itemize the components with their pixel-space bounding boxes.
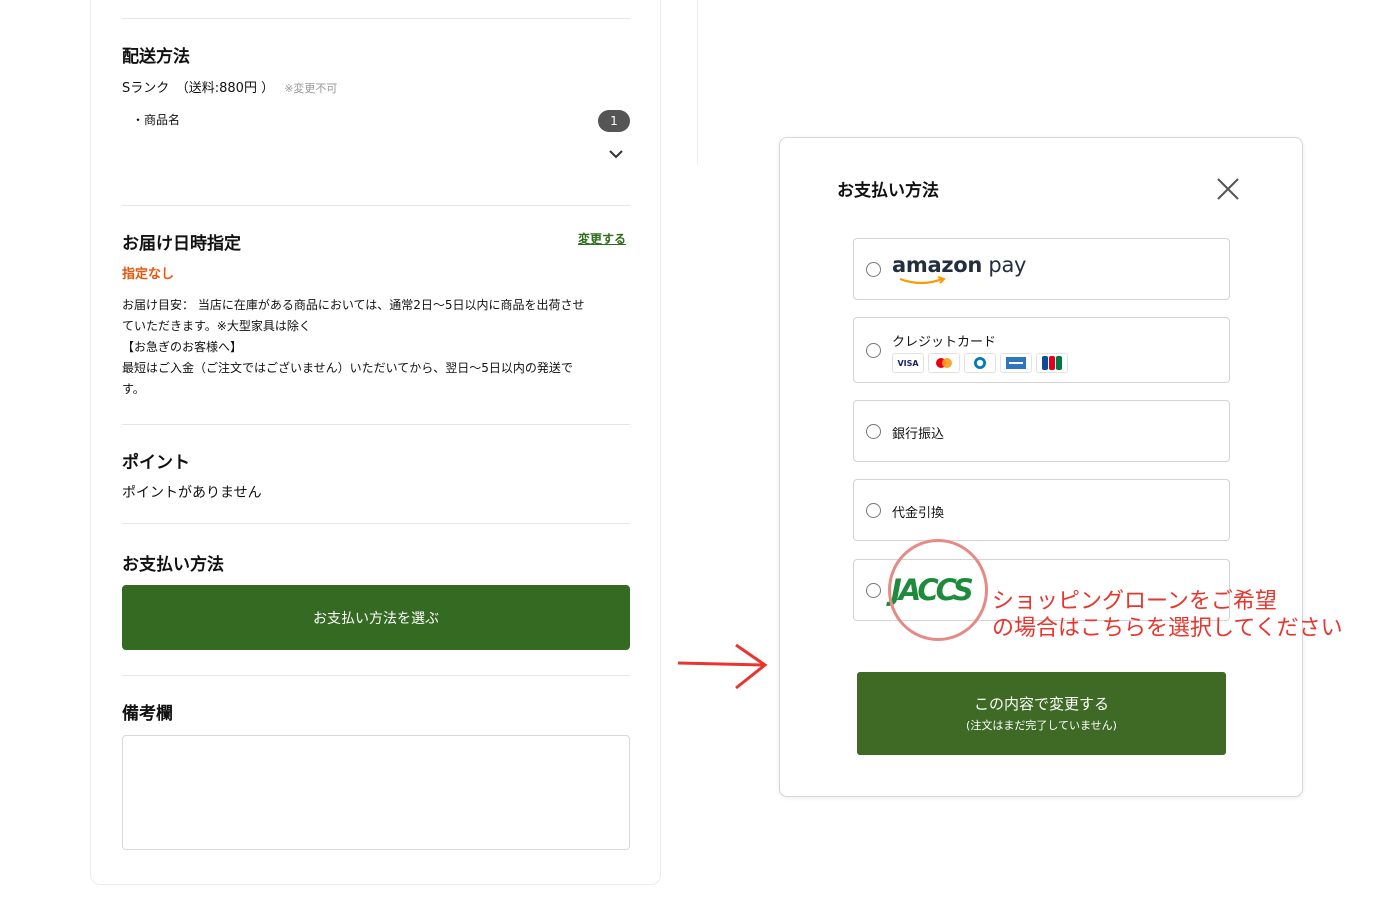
modal-title: お支払い方法 [837, 181, 939, 201]
delivery-time-status: 指定なし [122, 267, 175, 282]
payment-title: お支払い方法 [122, 555, 224, 575]
payment-option-amazon-pay[interactable]: amazon pay [853, 238, 1230, 300]
delivery-note: お届け目安： 当店に在庫がある商品においては、通常2日〜5日以内に商品を出荷させ… [122, 295, 630, 400]
close-icon[interactable] [1215, 176, 1241, 202]
annotation-circle [888, 539, 988, 641]
radio-bank-transfer[interactable] [866, 424, 881, 439]
divider [122, 18, 630, 19]
amex-icon [1000, 353, 1032, 373]
card-brands: VISA [892, 353, 1068, 373]
amazon-logo-text: amazon [892, 253, 983, 277]
delivery-note-line: 最短はご入金（ご注文ではございません）いただいてから、翌日〜5日以内の発送で [122, 361, 573, 375]
visa-icon: VISA [892, 353, 924, 373]
submit-sub-label: (注文はまだ完了していません) [966, 719, 1117, 732]
credit-card-label: クレジットカード [892, 335, 997, 350]
delivery-rank: Sランク （送料:880円 ） ※変更不可 [122, 77, 337, 96]
submit-main-label: この内容で変更する [973, 695, 1109, 713]
divider [122, 424, 630, 425]
delivery-rank-note: ※変更不可 [284, 82, 338, 95]
cash-on-delivery-label: 代金引換 [892, 506, 945, 521]
annotation-line: ショッピングローンをご希望 [992, 589, 1277, 614]
checkout-panel: 配送方法 Sランク （送料:880円 ） ※変更不可 ・商品名 1 お届け日時指… [90, 0, 661, 885]
delivery-method-title: 配送方法 [122, 47, 190, 67]
payment-option-credit-card[interactable]: クレジットカード VISA [853, 317, 1230, 383]
annotation-text: ショッピングローンをご希望 の場合はこちらを選択してください [992, 588, 1392, 642]
delivery-note-line: す。 [122, 382, 145, 396]
choose-payment-button[interactable]: お支払い方法を選ぶ [122, 585, 630, 650]
radio-amazon-pay[interactable] [866, 262, 881, 277]
divider [697, 0, 698, 165]
delivery-rank-text: Sランク （送料:880円 ） [122, 81, 275, 96]
delivery-note-line: ていただきます。※大型家具は除く [122, 319, 311, 333]
mastercard-icon [928, 353, 960, 373]
remarks-title: 備考欄 [122, 704, 173, 724]
annotation-line: の場合はこちらを選択してください [992, 616, 1343, 641]
submit-change-button[interactable]: この内容で変更する (注文はまだ完了していません) [857, 672, 1226, 755]
amazon-smile-icon [899, 276, 946, 285]
radio-credit-card[interactable] [866, 343, 881, 358]
points-title: ポイント [122, 453, 190, 473]
arrow-right-icon [676, 643, 771, 695]
item-count-badge: 1 [598, 110, 630, 132]
delivery-note-line: 【お急ぎのお客様へ】 [122, 340, 243, 354]
amazon-pay-logo: amazon pay [892, 253, 1027, 285]
payment-option-bank-transfer[interactable]: 銀行振込 [853, 400, 1230, 462]
bank-transfer-label: 銀行振込 [892, 427, 945, 442]
payment-option-cash-on-delivery[interactable]: 代金引換 [853, 479, 1230, 541]
product-name: ・商品名 [132, 113, 181, 127]
points-status: ポイントがありません [122, 485, 262, 501]
jcb-icon [1036, 353, 1068, 373]
divider [122, 205, 630, 206]
delivery-note-line: お届け目安： 当店に在庫がある商品においては、通常2日〜5日以内に商品を出荷させ [122, 298, 585, 312]
remarks-textarea[interactable] [122, 735, 630, 850]
diners-icon [964, 353, 996, 373]
radio-jaccs[interactable] [866, 583, 881, 598]
change-delivery-time-link[interactable]: 変更する [578, 230, 626, 247]
radio-cash-on-delivery[interactable] [866, 503, 881, 518]
chevron-down-icon[interactable] [608, 145, 624, 159]
pay-logo-text: pay [988, 253, 1027, 277]
payment-modal: お支払い方法 amazon pay クレジットカード VISA 銀行振込 代金引… [779, 137, 1303, 797]
divider [122, 675, 630, 676]
delivery-time-title: お届け日時指定 [122, 234, 241, 254]
divider [122, 523, 630, 524]
